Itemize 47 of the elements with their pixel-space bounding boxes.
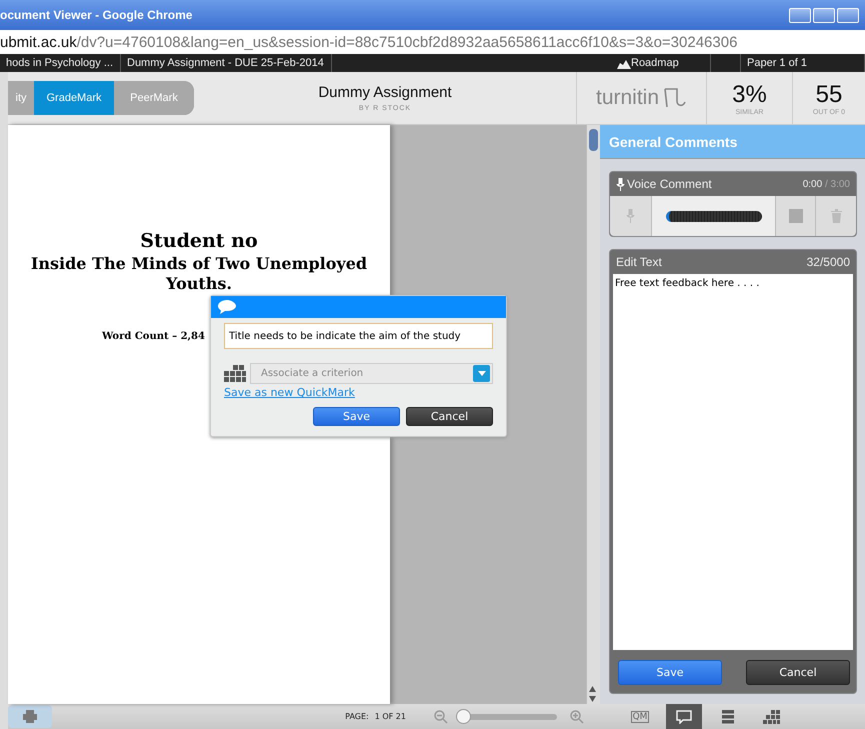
feedback-textarea[interactable]: Free text feedback here . . . .	[613, 274, 853, 650]
brand-name: turnitin	[596, 86, 660, 110]
cancel-button[interactable]: Cancel	[406, 407, 493, 426]
zoom-in-icon	[570, 710, 584, 724]
window-title: ocument Viewer - Google Chrome	[0, 8, 192, 22]
print-button[interactable]	[8, 705, 52, 728]
document-heading: Inside The Minds of Two Unemployed Youths.	[30, 254, 368, 296]
mode-tab[interactable]: GradeMark	[34, 81, 114, 115]
scroll-up-icon	[589, 686, 596, 692]
url-host: ubmit.ac.uk	[0, 34, 77, 50]
panel-title: General Comments	[600, 125, 865, 159]
word-count: Word Count – 2,84	[102, 331, 205, 342]
paper-title: Dummy Assignment	[318, 84, 452, 101]
voice-comment-label: Voice Comment	[627, 177, 712, 191]
scroll-thumb[interactable]	[589, 129, 598, 151]
page-label: PAGE:	[345, 712, 369, 721]
maximize-button[interactable]	[813, 8, 835, 22]
stop-icon	[788, 209, 802, 223]
quickmark-tab[interactable]: QM	[622, 704, 658, 729]
grid-icon	[763, 710, 781, 724]
document-heading: Student no	[140, 229, 258, 254]
comment-input[interactable]: Title needs to be indicate the aim of the study	[224, 323, 493, 349]
address-bar[interactable]: ubmit.ac.uk/dv?u=4760108&lang=en_us&session-id=88c7510cbf2d8932aa5658611acc6f10&s=3&o=30246306	[0, 30, 865, 54]
edit-text-label: Edit Text	[616, 255, 662, 269]
url-path: /dv?u=4760108&lang=en_us&session-id=88c7510cbf2d8932aa5658611acc6f10&s=3&o=30246306	[76, 34, 738, 50]
slider-thumb[interactable]	[456, 709, 471, 724]
trash-icon	[830, 209, 842, 223]
scrollbar[interactable]	[586, 125, 600, 704]
microphone-icon	[626, 209, 635, 223]
map-icon	[617, 58, 631, 68]
character-count: 32/5000	[806, 255, 850, 269]
speech-bubble-icon	[676, 710, 692, 724]
grid-icon	[224, 364, 246, 382]
list-icon	[722, 710, 734, 724]
close-button[interactable]	[837, 8, 859, 22]
cancel-button[interactable]: Cancel	[746, 660, 850, 685]
scroll-down-icon	[589, 696, 596, 702]
minimize-button[interactable]	[789, 8, 811, 22]
speech-bubble-icon	[217, 299, 237, 315]
comment-tab[interactable]	[666, 704, 702, 729]
voice-timer: 0:00 / 3:00	[802, 178, 850, 190]
save-button[interactable]: Save	[618, 660, 722, 685]
microphone-icon	[616, 178, 625, 190]
save-button[interactable]: Save	[313, 407, 400, 426]
zoom-out-icon	[434, 710, 448, 724]
page-number: 1 OF 21	[374, 712, 406, 721]
caret-icon	[478, 371, 486, 376]
